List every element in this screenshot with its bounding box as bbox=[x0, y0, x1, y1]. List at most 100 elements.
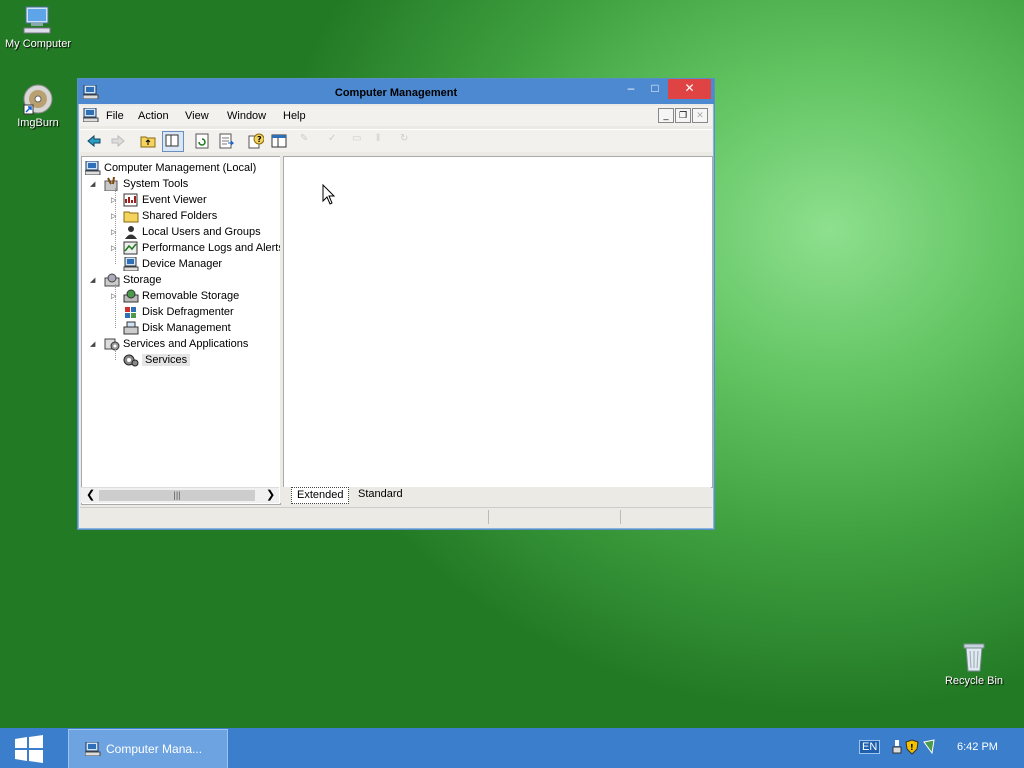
show-hide-tree-icon[interactable] bbox=[162, 131, 184, 152]
clock[interactable]: 6:42 PM bbox=[957, 741, 998, 753]
console-tree: Computer Management (Local) ◢ System Too… bbox=[81, 156, 281, 505]
tree-line bbox=[115, 188, 116, 264]
title-bar[interactable]: Computer Management – □ ✕ bbox=[78, 79, 714, 104]
tree-node-label: Services and Applications bbox=[123, 338, 249, 350]
desktop-icon-label: My Computer bbox=[4, 38, 72, 50]
tree-line bbox=[115, 284, 116, 328]
mdi-close-button[interactable]: ✕ bbox=[692, 108, 708, 123]
imgburn-icon bbox=[22, 83, 54, 115]
disk-defragmenter-icon bbox=[123, 305, 139, 319]
menu-window[interactable]: Window bbox=[227, 110, 266, 122]
local-users-icon bbox=[123, 225, 139, 240]
system-tools-icon bbox=[104, 176, 120, 192]
menu-action[interactable]: Action bbox=[138, 110, 169, 122]
start-button[interactable] bbox=[14, 735, 44, 766]
tree-node-device-manager[interactable]: Device Manager bbox=[123, 256, 222, 272]
export-list-icon[interactable] bbox=[218, 133, 235, 149]
network-icon[interactable] bbox=[892, 740, 902, 757]
back-icon[interactable] bbox=[86, 133, 102, 149]
tree-node-label: Services bbox=[142, 354, 191, 366]
recycle-bin-icon bbox=[958, 641, 990, 673]
desktop-icon-recycle-bin[interactable]: Recycle Bin bbox=[936, 641, 1012, 687]
maximize-button[interactable]: □ bbox=[642, 79, 668, 99]
tree-node-label: Local Users and Groups bbox=[142, 226, 261, 238]
collapse-arrow-icon[interactable]: ◢ bbox=[90, 276, 95, 284]
collapse-arrow-icon[interactable]: ◢ bbox=[90, 180, 95, 188]
svg-text:!: ! bbox=[910, 743, 914, 752]
refresh-icon[interactable] bbox=[194, 133, 210, 149]
tree-node-performance-logs[interactable]: Performance Logs and Alerts bbox=[123, 240, 281, 256]
desktop-icon-imgburn[interactable]: ImgBurn bbox=[0, 83, 76, 129]
taskbar-button-label: Computer Mana... bbox=[106, 742, 203, 756]
language-indicator[interactable]: EN bbox=[859, 740, 881, 754]
desktop-icon-label: Recycle Bin bbox=[944, 675, 1004, 687]
mdi-child-icon[interactable] bbox=[82, 107, 99, 125]
services-gear-icon bbox=[123, 353, 139, 367]
tree-node-label: Performance Logs and Alerts bbox=[142, 242, 281, 254]
tree-node-event-viewer[interactable]: Event Viewer bbox=[123, 192, 207, 208]
desktop-icon-label: ImgBurn bbox=[17, 117, 59, 129]
menu-bar: File Action View Window Help _ ❐ ✕ bbox=[80, 106, 712, 126]
tree-line bbox=[115, 348, 116, 360]
menu-file[interactable]: File bbox=[106, 110, 124, 122]
disk-management-icon bbox=[123, 321, 139, 335]
mdi-minimize-button[interactable]: _ bbox=[658, 108, 674, 123]
security-shield-icon[interactable]: ! bbox=[905, 739, 919, 758]
minimize-button[interactable]: – bbox=[618, 79, 644, 99]
tree-node-services[interactable]: Services bbox=[123, 352, 191, 368]
scroll-thumb[interactable]: ||| bbox=[99, 490, 255, 501]
tree-node-system-tools[interactable]: System Tools bbox=[104, 176, 188, 192]
tab-standard[interactable]: Standard bbox=[353, 487, 408, 502]
tab-extended[interactable]: Extended bbox=[291, 487, 350, 504]
tree-node-label: Event Viewer bbox=[142, 194, 207, 206]
my-computer-icon bbox=[22, 4, 54, 36]
details-pane bbox=[283, 156, 713, 488]
tree-node-shared-folders[interactable]: Shared Folders bbox=[123, 208, 217, 224]
tree-root[interactable]: Computer Management (Local) bbox=[84, 160, 257, 176]
event-viewer-icon bbox=[123, 193, 139, 207]
storage-icon bbox=[104, 273, 120, 287]
disabled-tool-icon: ↻ bbox=[400, 133, 409, 144]
collapse-arrow-icon[interactable]: ◢ bbox=[90, 340, 95, 348]
tree-node-label: Disk Management bbox=[142, 322, 231, 334]
action-center-icon[interactable] bbox=[922, 739, 936, 758]
tree-node-label: Shared Folders bbox=[142, 210, 218, 222]
scroll-left-arrow-icon[interactable]: ❮ bbox=[86, 488, 95, 501]
status-divider bbox=[620, 510, 621, 524]
disabled-tool-icon: ✓ bbox=[328, 133, 337, 144]
shared-folders-icon bbox=[123, 209, 139, 223]
up-one-level-icon[interactable] bbox=[140, 133, 156, 149]
tree-node-disk-management[interactable]: Disk Management bbox=[123, 320, 231, 336]
removable-storage-icon bbox=[123, 289, 139, 303]
computer-management-window: Computer Management – □ ✕ File Action Vi… bbox=[77, 78, 715, 530]
tree-node-removable-storage[interactable]: Removable Storage bbox=[123, 288, 239, 304]
menu-help[interactable]: Help bbox=[283, 110, 306, 122]
menu-view[interactable]: View bbox=[185, 110, 209, 122]
tree-horizontal-scrollbar[interactable]: ❮ ||| ❯ bbox=[81, 487, 279, 503]
status-divider bbox=[488, 510, 489, 524]
tree-node-local-users-and-groups[interactable]: Local Users and Groups bbox=[123, 224, 261, 240]
help-icon[interactable]: ? bbox=[248, 133, 265, 149]
disabled-tool-icon: ‖ bbox=[376, 133, 381, 144]
close-button[interactable]: ✕ bbox=[668, 79, 711, 99]
taskbar-button-computer-management[interactable]: Computer Mana... bbox=[68, 729, 228, 768]
services-and-applications-icon bbox=[104, 337, 120, 351]
taskbar: Computer Mana... EN ! 6:42 PM bbox=[0, 728, 1024, 768]
disabled-tool-icon: ▭ bbox=[352, 133, 362, 144]
tree-node-label: Removable Storage bbox=[142, 290, 240, 302]
performance-logs-icon bbox=[123, 241, 139, 255]
scroll-right-arrow-icon[interactable]: ❯ bbox=[266, 488, 275, 501]
tree-node-services-and-applications[interactable]: Services and Applications bbox=[104, 336, 248, 352]
tree-node-disk-defragmenter[interactable]: Disk Defragmenter bbox=[123, 304, 234, 320]
desktop-icon-my-computer[interactable]: My Computer bbox=[0, 4, 76, 50]
tree-node-label: Computer Management (Local) bbox=[104, 162, 257, 174]
properties-icon[interactable] bbox=[271, 133, 287, 149]
tree-node-label: Storage bbox=[123, 274, 162, 286]
mdi-restore-button[interactable]: ❐ bbox=[675, 108, 691, 123]
tree-node-storage[interactable]: Storage bbox=[104, 272, 162, 288]
forward-icon bbox=[110, 133, 126, 149]
computer-management-icon bbox=[84, 160, 101, 176]
status-bar bbox=[80, 507, 712, 526]
tree-node-label: Device Manager bbox=[142, 258, 223, 270]
svg-text:?: ? bbox=[257, 135, 262, 144]
